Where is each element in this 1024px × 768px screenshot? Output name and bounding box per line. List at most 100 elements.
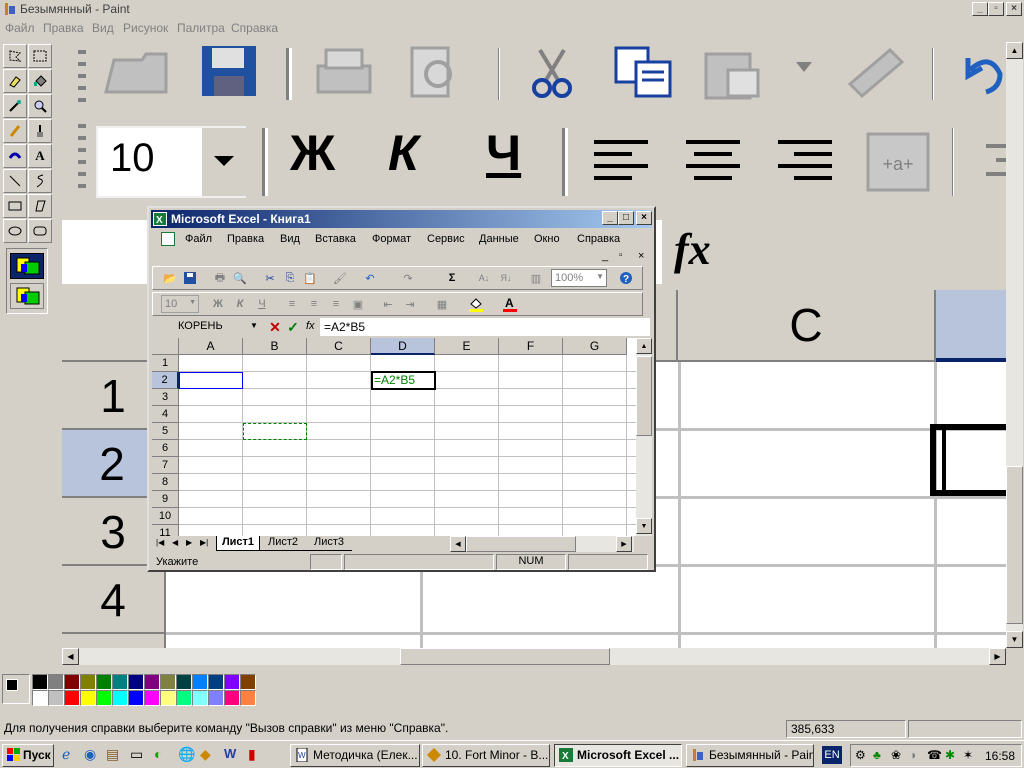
free-select-tool-icon[interactable] [3, 44, 27, 68]
palette-swatch[interactable] [240, 690, 256, 706]
quicklaunch-browser-icon[interactable]: ◉ [84, 746, 96, 763]
excel-menu-insert[interactable]: Вставка [315, 233, 356, 245]
airbrush-tool-icon[interactable] [3, 144, 27, 168]
paint-menu-edit[interactable]: Правка [43, 21, 84, 35]
palette-swatch[interactable] [32, 674, 48, 690]
rect-select-tool-icon[interactable] [28, 44, 52, 68]
excel-doc-close-icon[interactable]: × [638, 250, 644, 262]
column-header-c[interactable]: C [307, 338, 371, 355]
excel-font-color-icon[interactable]: A [501, 295, 519, 313]
excel-scroll-up-icon[interactable]: ▲ [636, 338, 652, 354]
paint-horizontal-scrollbar[interactable]: ◀ ▶ [62, 648, 1006, 665]
sheet-tab-3[interactable]: Лист3 [306, 536, 352, 551]
palette-swatch[interactable] [112, 690, 128, 706]
excel-vertical-scrollbar[interactable]: ▲ ▼ [636, 338, 652, 536]
excel-doc-icon[interactable] [161, 232, 175, 246]
excel-format-painter-icon[interactable]: 🖌 [331, 269, 349, 287]
row-header-5[interactable]: 5 [152, 423, 179, 440]
excel-menu-help[interactable]: Справка [577, 233, 620, 245]
grid-corner[interactable] [152, 338, 179, 355]
excel-save-icon[interactable] [181, 269, 199, 287]
tray-icon-4[interactable]: ◑ [909, 748, 916, 762]
excel-undo-icon[interactable]: ↶ [361, 269, 379, 287]
excel-copy-icon[interactable]: ⎘ [281, 269, 299, 287]
fill-tool-icon[interactable] [28, 69, 52, 93]
excel-menu-tools[interactable]: Сервис [427, 233, 465, 245]
eraser-tool-icon[interactable] [3, 69, 27, 93]
excel-decrease-indent-icon[interactable]: ⇤ [379, 295, 397, 313]
sheet-tab-1[interactable]: Лист1 [216, 536, 260, 551]
tray-clock[interactable]: 16:58 [985, 749, 1015, 763]
palette-swatch[interactable] [144, 674, 160, 690]
excel-chart-icon[interactable]: ▥ [527, 269, 545, 287]
ellipse-tool-icon[interactable] [3, 219, 27, 243]
rounded-rect-tool-icon[interactable] [28, 219, 52, 243]
tray-icon-3[interactable]: ❀ [891, 748, 901, 762]
cell-b5-reference[interactable] [243, 423, 307, 440]
quicklaunch-desktop-icon[interactable]: ▭ [130, 746, 143, 763]
excel-fx-label[interactable]: fx [306, 320, 315, 332]
palette-swatch[interactable] [192, 690, 208, 706]
excel-italic-button[interactable]: К [231, 295, 249, 313]
excel-menu-format[interactable]: Формат [372, 233, 411, 245]
palette-swatch[interactable] [208, 674, 224, 690]
excel-open-icon[interactable]: 📂 [161, 269, 179, 287]
excel-fill-color-icon[interactable] [467, 295, 485, 313]
language-indicator[interactable]: EN [822, 746, 842, 764]
excel-name-box[interactable]: КОРЕНЬ ▼ [152, 319, 262, 335]
excel-hscroll[interactable]: ◀ ▶ [450, 536, 634, 552]
quicklaunch-explorer-icon[interactable]: ▤ [106, 746, 119, 763]
palette-swatch[interactable] [96, 690, 112, 706]
scroll-right-arrow-icon[interactable]: ▶ [989, 648, 1006, 665]
task-excel[interactable]: X Microsoft Excel ... [554, 744, 682, 767]
column-header-a[interactable]: A [179, 338, 243, 355]
paint-vertical-scrollbar[interactable]: ▲ ▼ [1006, 42, 1023, 648]
excel-underline-button[interactable]: Ч [253, 295, 271, 313]
excel-bold-button[interactable]: Ж [209, 295, 227, 313]
palette-swatch[interactable] [176, 690, 192, 706]
palette-swatch[interactable] [80, 674, 96, 690]
transparent-mode-clear-icon[interactable] [10, 283, 44, 309]
horizontal-scroll-thumb[interactable] [400, 648, 610, 665]
palette-swatch[interactable] [176, 674, 192, 690]
tray-icon-2[interactable]: ♣ [873, 748, 881, 762]
curve-tool-icon[interactable] [28, 169, 52, 193]
palette-swatch[interactable] [224, 674, 240, 690]
foreground-color[interactable] [6, 679, 18, 691]
excel-align-right-icon[interactable]: ≡ [327, 295, 345, 313]
excel-redo-icon[interactable]: ↷ [399, 269, 417, 287]
excel-increase-indent-icon[interactable]: ⇥ [401, 295, 419, 313]
polygon-tool-icon[interactable] [28, 194, 52, 218]
sheet-nav-last-icon[interactable]: ▶| [200, 538, 208, 547]
palette-swatch[interactable] [112, 674, 128, 690]
color-picker-tool-icon[interactable] [3, 94, 27, 118]
quicklaunch-word-icon[interactable]: W [224, 746, 236, 761]
excel-autosum-icon[interactable]: Σ [443, 269, 461, 287]
paint-menu-help[interactable]: Справка [231, 21, 278, 35]
rectangle-tool-icon[interactable] [3, 194, 27, 218]
excel-preview-icon[interactable]: 🔍 [231, 269, 249, 287]
column-header-f[interactable]: F [499, 338, 563, 355]
brush-tool-icon[interactable] [28, 119, 52, 143]
excel-menu-edit[interactable]: Правка [227, 233, 264, 245]
quicklaunch-media-icon[interactable]: ◐ [154, 746, 162, 762]
excel-merge-icon[interactable]: ▣ [349, 295, 367, 313]
quicklaunch-winamp-icon[interactable]: ◆ [200, 746, 211, 763]
minimize-button[interactable]: _ [972, 2, 988, 16]
palette-swatch[interactable] [160, 674, 176, 690]
column-header-b[interactable]: B [243, 338, 307, 355]
row-header-8[interactable]: 8 [152, 474, 179, 491]
sheet-nav-next-icon[interactable]: ▶ [186, 538, 192, 547]
excel-help-icon[interactable]: ? [617, 269, 635, 287]
scroll-down-arrow-icon[interactable]: ▼ [1006, 631, 1023, 648]
maximize-button[interactable]: ▫ [988, 2, 1004, 16]
excel-close-button[interactable]: × [636, 211, 652, 225]
palette-swatch[interactable] [208, 690, 224, 706]
palette-swatch[interactable] [128, 674, 144, 690]
cell-d2-editing[interactable]: =A2*B5 [371, 371, 436, 390]
palette-swatch[interactable] [64, 690, 80, 706]
row-header-6[interactable]: 6 [152, 440, 179, 457]
excel-vscroll-thumb[interactable] [636, 356, 652, 436]
palette-swatch[interactable] [224, 690, 240, 706]
row-header-7[interactable]: 7 [152, 457, 179, 474]
